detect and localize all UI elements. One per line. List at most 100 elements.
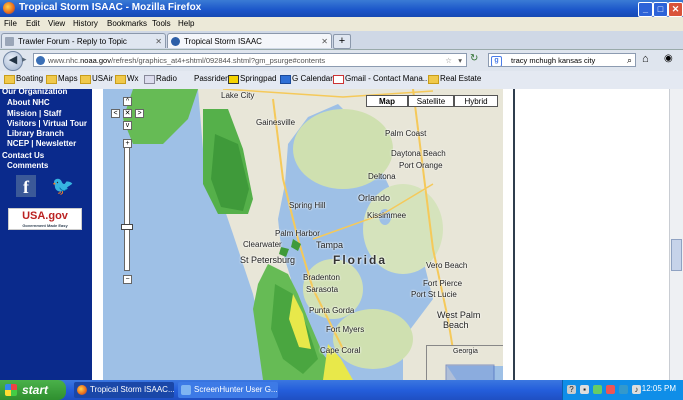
eye-icon[interactable]: ◉ <box>664 53 673 64</box>
menu-history[interactable]: History <box>73 19 98 28</box>
map-label-lake-city: Lake City <box>221 91 255 100</box>
bookmark-real-estate[interactable]: Real Estate <box>428 74 481 84</box>
link-comments[interactable]: Comments <box>7 161 48 170</box>
map-label-gainesville: Gainesville <box>256 118 296 127</box>
bookmark-star-icon[interactable]: ☆ <box>445 54 452 66</box>
link-visitors-tour[interactable]: Visitors | Virtual Tour <box>7 119 87 128</box>
twitter-icon[interactable]: 🐦 <box>51 177 75 195</box>
tray-alert-icon[interactable] <box>606 385 615 394</box>
pan-right-button[interactable]: > <box>135 109 144 118</box>
menu-view[interactable]: View <box>48 19 65 28</box>
start-button[interactable]: start <box>0 380 66 400</box>
pan-left-button[interactable]: < <box>111 109 120 118</box>
search-icon[interactable]: ⌕ <box>627 54 632 66</box>
url-dropdown-icon[interactable]: ▾ <box>458 54 462 66</box>
tab-tropical-storm-isaac[interactable]: Tropical Storm ISAAC ✕ <box>167 33 332 48</box>
contact-heading[interactable]: Contact Us <box>2 151 44 160</box>
url-path: /refresh/graphics_at4+shtml/092844.shtml… <box>110 56 326 65</box>
windows-logo-icon <box>5 384 17 396</box>
menu-tools[interactable]: Tools <box>152 19 171 28</box>
link-ncep-newsletter[interactable]: NCEP | Newsletter <box>7 139 76 148</box>
bookmarks-toolbar: Boating Maps USAir Wx Radio Passrider Sp… <box>0 71 683 90</box>
tab-trawler-forum[interactable]: Trawler Forum - Reply to Topic ✕ <box>1 33 166 48</box>
forward-button[interactable]: ▸ <box>22 54 32 66</box>
usagov-tagline: Government Made Easy <box>22 223 68 228</box>
link-mission-staff[interactable]: Mission | Staff <box>7 109 61 118</box>
map-label-punta-gorda: Punta Gorda <box>309 306 355 315</box>
link-library-branch[interactable]: Library Branch <box>7 129 64 138</box>
task-screenhunter[interactable]: ScreenHunter User G... <box>178 382 278 398</box>
tab-close-icon[interactable]: ✕ <box>155 34 162 48</box>
map-label-beach: Beach <box>443 320 469 330</box>
tab-close-icon[interactable]: ✕ <box>321 34 328 48</box>
search-input[interactable]: g tracy mchugh kansas city ⌕ <box>488 53 636 67</box>
folder-icon <box>115 75 126 84</box>
new-tab-button[interactable]: + <box>333 34 351 49</box>
url-prefix: www.nhc. <box>48 56 81 65</box>
bookmark-g-calendar[interactable]: G Calendar <box>280 74 333 84</box>
map-label-palm-coast: Palm Coast <box>385 129 427 138</box>
map-label-florida: Florida <box>333 253 388 267</box>
home-icon[interactable]: ⌂ <box>642 53 649 65</box>
bookmark-boating[interactable]: Boating <box>4 74 44 84</box>
bookmark-label: USAir <box>92 74 113 83</box>
window-title: Tropical Storm ISAAC - Mozilla Firefox <box>19 2 202 13</box>
bookmark-gmail[interactable]: Gmail - Contact Mana... <box>333 74 429 84</box>
facebook-icon[interactable]: f <box>16 175 36 197</box>
pan-center-button[interactable]: ✕ <box>123 109 132 118</box>
bookmark-passrider[interactable]: Passrider <box>182 74 228 83</box>
menu-help[interactable]: Help <box>178 19 194 28</box>
bookmark-label: G Calendar <box>292 74 333 83</box>
back-button[interactable]: ◀ <box>3 51 23 71</box>
menu-file[interactable]: File <box>4 19 17 28</box>
tray-volume-icon[interactable]: ♪ <box>632 385 641 394</box>
tray-sync-icon[interactable] <box>619 385 628 394</box>
map-label-palm-harbor: Palm Harbor <box>275 229 320 238</box>
map-type-map-button[interactable]: Map <box>366 95 408 107</box>
bookmark-radio[interactable]: Radio <box>144 74 177 84</box>
site-identity-icon[interactable] <box>36 56 45 65</box>
bookmark-springpad[interactable]: Springpad <box>228 74 276 84</box>
pan-down-button[interactable]: v <box>123 121 132 130</box>
tray-app-icon[interactable] <box>593 385 602 394</box>
maximize-button[interactable]: □ <box>653 2 668 17</box>
vertical-scrollbar[interactable] <box>669 89 683 380</box>
link-about-nhc[interactable]: About NHC <box>7 98 50 107</box>
storm-surge-map[interactable]: Lake City Gainesville Palm Coast Daytona… <box>103 89 503 380</box>
map-type-satellite-button[interactable]: Satellite <box>408 95 454 107</box>
radio-icon <box>144 75 155 84</box>
pan-up-button[interactable]: ^ <box>123 97 132 106</box>
zoom-out-button[interactable]: − <box>123 275 132 284</box>
map-label-kissimmee: Kissimmee <box>367 211 407 220</box>
gmail-icon <box>333 75 344 84</box>
task-firefox[interactable]: Tropical Storm ISAAC... <box>74 382 174 398</box>
usagov-text: USA.gov <box>22 210 68 222</box>
minimize-button[interactable]: _ <box>638 2 653 17</box>
map-label-sarasota: Sarasota <box>306 285 339 294</box>
usagov-logo[interactable]: USA.gov Government Made Easy <box>8 208 82 230</box>
map-type-hybrid-button[interactable]: Hybrid <box>454 95 498 107</box>
bookmark-usair[interactable]: USAir <box>80 74 113 84</box>
tray-security-icon[interactable]: ▪ <box>580 385 589 394</box>
menu-edit[interactable]: Edit <box>26 19 40 28</box>
close-button[interactable]: ✕ <box>668 2 683 17</box>
menu-bookmarks[interactable]: Bookmarks <box>107 19 147 28</box>
refresh-icon[interactable]: ↻ <box>470 53 478 64</box>
google-icon[interactable]: g <box>491 56 502 66</box>
url-bar[interactable]: www.nhc.noaa.gov/refresh/graphics_at4+sh… <box>33 53 467 67</box>
map-label-vero-beach: Vero Beach <box>426 261 468 270</box>
scrollbar-thumb[interactable] <box>671 239 682 271</box>
tray-network-icon[interactable]: ? <box>567 385 576 394</box>
noaa-icon <box>171 37 180 46</box>
tab-bar: Trawler Forum - Reply to Topic ✕ Tropica… <box>0 31 683 50</box>
map-label-deltona: Deltona <box>368 172 396 181</box>
map-label-orlando: Orlando <box>358 193 391 203</box>
overview-map[interactable]: Georgia <box>426 345 503 380</box>
bookmark-maps[interactable]: Maps <box>46 74 78 84</box>
bookmark-wx[interactable]: Wx <box>115 74 139 84</box>
zoom-slider-handle[interactable] <box>121 224 133 230</box>
bookmark-label: Boating <box>16 74 44 83</box>
zoom-slider[interactable] <box>124 147 130 271</box>
map-label-st-petersburg: St Petersburg <box>240 255 296 265</box>
folder-icon <box>4 75 15 84</box>
